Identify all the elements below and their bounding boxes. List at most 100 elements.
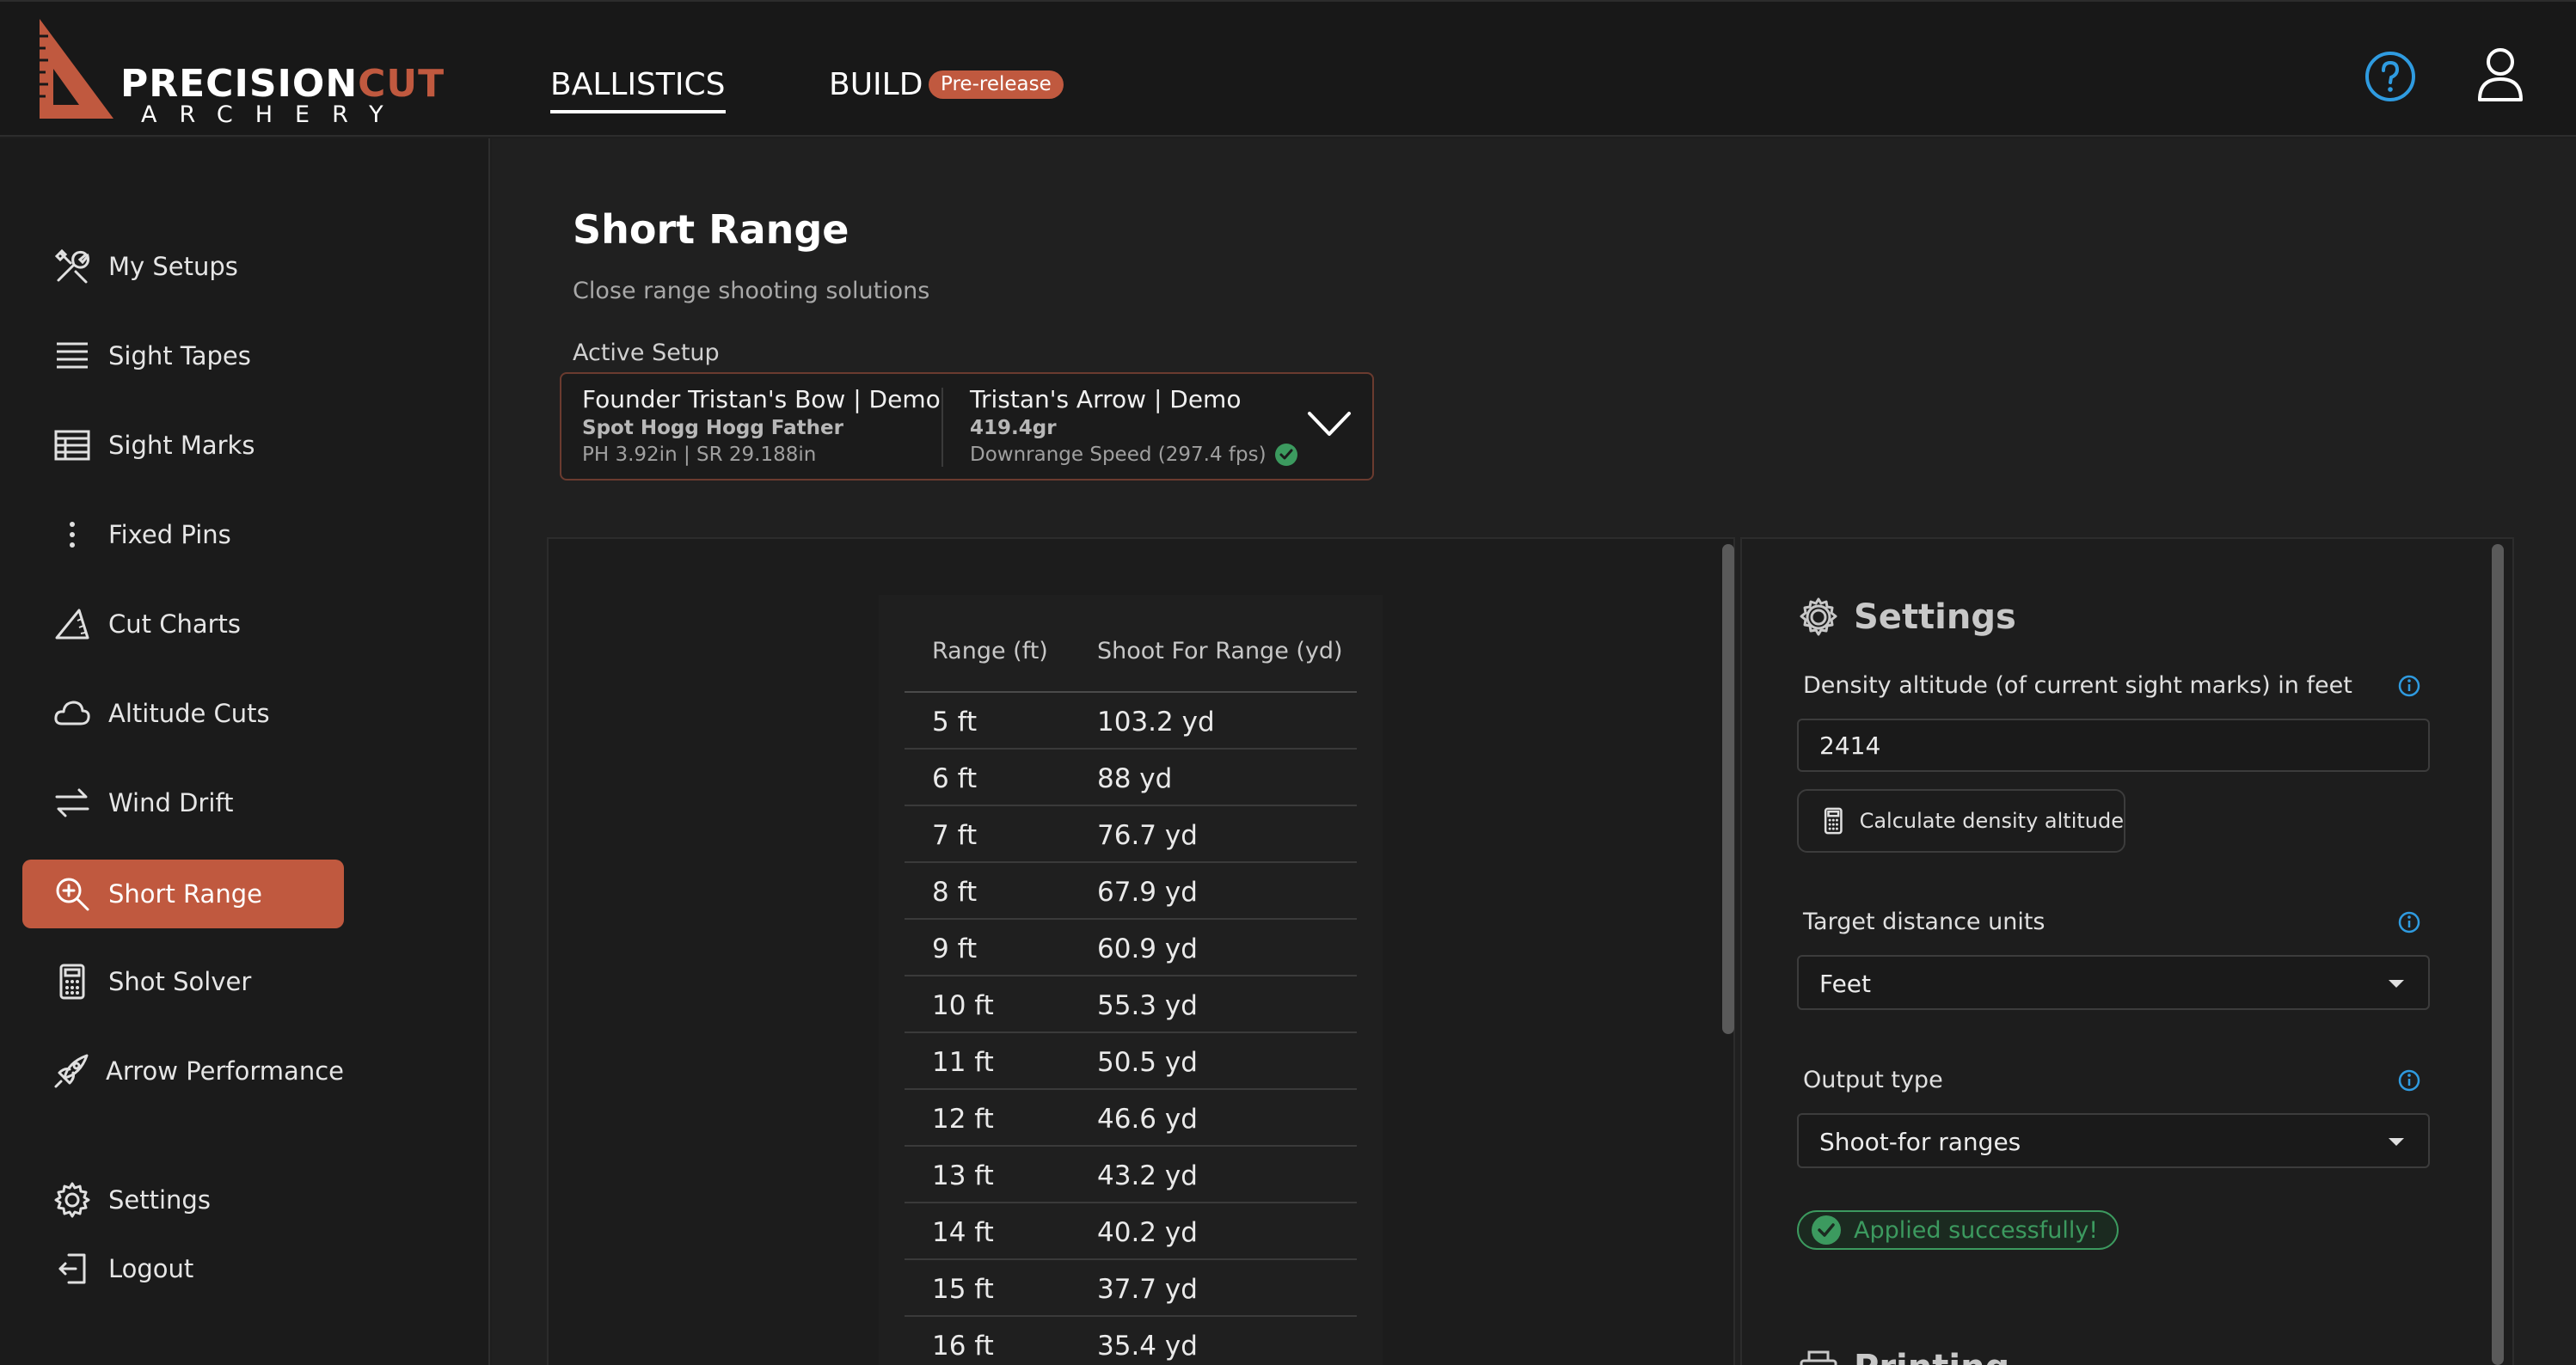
chevron-down-icon[interactable] (1306, 408, 1352, 439)
active-setup-selector[interactable]: Founder Tristan's Bow | Demo Spot Hogg H… (560, 372, 1374, 481)
page-title: Short Range (573, 206, 849, 253)
active-tab-underline (550, 110, 726, 113)
pre-release-badge: Pre-release (929, 70, 1064, 99)
caret-down-icon (2389, 1138, 2404, 1146)
cell-range: 7 ft (932, 820, 978, 851)
sidebar-item-logout[interactable]: Logout (22, 1234, 344, 1303)
bow-specs: PH 3.92in | SR 29.188in (582, 444, 817, 466)
target-units-label: Target distance units (1803, 909, 2045, 935)
output-type-label: Output type (1803, 1067, 1943, 1093)
cell-shoot-for-range: 46.6 yd (1097, 1104, 1198, 1135)
calculate-density-altitude-label: Calculate density altitude (1859, 809, 2124, 833)
calculator-icon (45, 963, 100, 1001)
cell-shoot-for-range: 50.5 yd (1097, 1047, 1198, 1078)
sidebar-item-arrow-performance[interactable]: Arrow Performance (22, 1037, 344, 1105)
logo-text: PRECISIONCUT (120, 62, 445, 106)
table-row: 7 ft 76.7 yd (905, 806, 1357, 863)
cell-shoot-for-range: 35.4 yd (1097, 1331, 1198, 1362)
arrow-speed-row: Downrange Speed (297.4 fps) (970, 441, 1297, 468)
info-icon[interactable] (2397, 910, 2421, 934)
caret-down-icon (2389, 980, 2404, 988)
cell-range: 10 ft (932, 990, 994, 1021)
cell-shoot-for-range: 103.2 yd (1097, 707, 1215, 738)
lines-icon (45, 337, 100, 375)
help-circle-icon[interactable] (2364, 51, 2416, 102)
tab-build[interactable]: BUILD (829, 67, 923, 102)
density-altitude-label: Density altitude (of current sight marks… (1803, 672, 2352, 699)
cell-shoot-for-range: 43.2 yd (1097, 1160, 1198, 1191)
table-row: 15 ft 37.7 yd (905, 1260, 1357, 1317)
table-header-shoot-for: Shoot For Range (yd) (1097, 638, 1343, 664)
info-icon[interactable] (2397, 1068, 2421, 1093)
target-units-value: Feet (1819, 970, 1872, 998)
calculator-icon (1824, 807, 1843, 835)
cloud-icon (45, 695, 100, 732)
results-scrollbar[interactable] (1722, 544, 1734, 1034)
zoom-in-icon (45, 875, 100, 913)
table-row: 8 ft 67.9 yd (905, 863, 1357, 920)
info-icon[interactable] (2397, 674, 2421, 698)
sidebar-item-my-setups[interactable]: My Setups (22, 232, 344, 301)
cell-range: 15 ft (932, 1274, 994, 1305)
target-units-select[interactable]: Feet (1797, 955, 2430, 1010)
sidebar-item-altitude-cuts[interactable]: Altitude Cuts (22, 679, 344, 748)
check-icon (1274, 444, 1297, 466)
cell-shoot-for-range: 40.2 yd (1097, 1217, 1198, 1248)
printing-title: Printing (1854, 1348, 2009, 1365)
sidebar-item-label: Settings (108, 1185, 211, 1215)
table-row: 10 ft 55.3 yd (905, 976, 1357, 1033)
sidebar-item-label: Logout (108, 1254, 194, 1283)
sidebar-item-label: Sight Marks (108, 431, 255, 460)
table-row: 12 ft 46.6 yd (905, 1090, 1357, 1147)
arrow-summary: Tristan's Arrow | Demo 419.4gr Downrange… (970, 384, 1297, 468)
sidebar-item-label: Altitude Cuts (108, 699, 270, 728)
table-row: 6 ft 88 yd (905, 750, 1357, 806)
dots-vertical-icon (45, 516, 100, 554)
settings-title: Settings (1854, 597, 2016, 637)
arrow-name: Tristan's Arrow | Demo (970, 385, 1242, 413)
printer-icon (1800, 1350, 1837, 1365)
cell-shoot-for-range: 88 yd (1097, 763, 1173, 794)
arrow-speed: Downrange Speed (297.4 fps) (970, 444, 1267, 466)
logo-subtext: ARCHERY (141, 101, 406, 128)
gear-icon (1800, 597, 1837, 636)
setup-divider (941, 388, 943, 467)
sidebar-item-settings[interactable]: Settings (22, 1166, 344, 1234)
sidebar-item-shot-solver[interactable]: Shot Solver (22, 947, 344, 1016)
tab-ballistics[interactable]: BALLISTICS (550, 67, 726, 113)
settings-scrollbar[interactable] (2492, 544, 2504, 1365)
applied-success-badge: Applied successfully! (1797, 1210, 2119, 1250)
cell-range: 11 ft (932, 1047, 994, 1078)
arrows-exchange-icon (45, 784, 100, 822)
output-type-value: Shoot-for ranges (1819, 1128, 2021, 1156)
user-icon[interactable] (2476, 46, 2524, 103)
sidebar-item-label: Cut Charts (108, 609, 242, 639)
table-row: 13 ft 43.2 yd (905, 1147, 1357, 1203)
cell-shoot-for-range: 55.3 yd (1097, 990, 1198, 1021)
sidebar-item-fixed-pins[interactable]: Fixed Pins (22, 500, 344, 569)
sidebar-item-wind-drift[interactable]: Wind Drift (22, 768, 344, 837)
sidebar-item-cut-charts[interactable]: Cut Charts (22, 590, 344, 658)
calculate-density-altitude-button[interactable]: Calculate density altitude (1797, 789, 2125, 853)
printing-header: Printing (1799, 1348, 2009, 1365)
gear-icon (45, 1181, 100, 1219)
settings-header: Settings (1799, 597, 2016, 637)
arrow-weight: 419.4gr (970, 417, 1057, 439)
table-row: 9 ft 60.9 yd (905, 920, 1357, 976)
density-altitude-input[interactable] (1797, 719, 2430, 772)
bow-summary: Founder Tristan's Bow | Demo Spot Hogg H… (582, 384, 941, 468)
sidebar-item-sight-tapes[interactable]: Sight Tapes (22, 321, 344, 390)
sidebar-item-sight-marks[interactable]: Sight Marks (22, 411, 344, 480)
sidebar-item-short-range[interactable]: Short Range (22, 860, 344, 928)
cell-range: 6 ft (932, 763, 978, 794)
output-type-select[interactable]: Shoot-for ranges (1797, 1113, 2430, 1168)
top-bar: PRECISIONCUT ARCHERY BALLISTICS BUILD Pr… (0, 0, 2576, 137)
table-row: 14 ft 40.2 yd (905, 1203, 1357, 1260)
cell-shoot-for-range: 60.9 yd (1097, 933, 1198, 964)
cell-shoot-for-range: 37.7 yd (1097, 1274, 1198, 1305)
applied-success-text: Applied successfully! (1854, 1216, 2099, 1244)
table-icon (45, 426, 100, 464)
sidebar-item-label: Wind Drift (108, 788, 234, 817)
cell-range: 12 ft (932, 1104, 994, 1135)
logo[interactable]: PRECISIONCUT ARCHERY (34, 19, 447, 128)
